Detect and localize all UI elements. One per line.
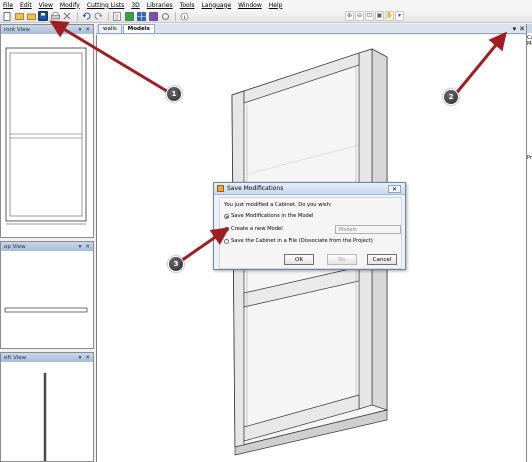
toolbar-separator xyxy=(175,11,176,21)
menu-3d[interactable]: 3D xyxy=(131,2,139,9)
menu-modify[interactable]: Modify xyxy=(60,2,80,9)
panel-title: eft View xyxy=(4,354,27,361)
option-save-in-file[interactable]: Save the Cabinet in a File (Dissociate f… xyxy=(224,238,373,244)
ok-button[interactable]: OK xyxy=(284,254,314,265)
info-icon[interactable] xyxy=(179,11,189,21)
callout-1: 1 xyxy=(166,86,182,102)
close-icon[interactable]: ✕ xyxy=(85,244,90,250)
cabinet-side-drawing xyxy=(43,372,47,461)
close-icon[interactable]: ✕ xyxy=(85,27,90,33)
pin-icon[interactable]: ▾ xyxy=(513,25,517,33)
pin-icon[interactable]: ▾ xyxy=(79,27,82,33)
menu-help[interactable]: Help xyxy=(269,2,283,9)
cabinet-top-drawing xyxy=(4,307,88,313)
menu-window[interactable]: Window xyxy=(238,2,262,9)
radio-button[interactable] xyxy=(224,213,229,219)
tab-walls[interactable]: walls xyxy=(98,24,122,33)
cabinet-front-drawing xyxy=(5,47,87,225)
zoom-in-icon[interactable]: ⊕ xyxy=(345,11,354,21)
save-icon[interactable] xyxy=(38,11,48,21)
front-view-canvas[interactable] xyxy=(1,34,93,237)
radio-button[interactable] xyxy=(224,226,229,232)
toolbar xyxy=(0,10,532,23)
redo-icon[interactable] xyxy=(93,11,103,21)
panel-header xyxy=(527,24,532,33)
undo-icon[interactable] xyxy=(81,11,91,21)
option-label: Save Modifications in the Model xyxy=(231,213,314,219)
zoom-window-icon[interactable]: ▣ xyxy=(375,11,384,21)
menu-tools[interactable]: Tools xyxy=(180,2,195,9)
properties-icon[interactable] xyxy=(112,11,122,21)
menu-libraries[interactable]: Libraries xyxy=(147,2,173,9)
menu-view[interactable]: View xyxy=(39,2,53,9)
layout-icon[interactable] xyxy=(136,11,146,21)
dialog-app-icon xyxy=(217,185,224,192)
pan-icon[interactable]: ✋ xyxy=(385,11,394,21)
menu-cutting-lists[interactable]: Cutting Lists xyxy=(87,2,125,9)
print-icon[interactable] xyxy=(50,11,60,21)
dialog-titlebar[interactable]: Save Modifications xyxy=(214,183,405,195)
document-controls: ▾ ✕ xyxy=(513,24,525,34)
dialog-body: You just modified a Cabinet. Do you wish… xyxy=(219,197,402,269)
top-view-canvas[interactable] xyxy=(1,251,93,348)
properties-panel: Ca Mo Pr xyxy=(526,24,532,462)
pin-icon[interactable]: ▾ xyxy=(79,244,82,250)
document-tabs: walls Models xyxy=(96,24,526,34)
menu-language[interactable]: Language xyxy=(201,2,231,9)
new-icon[interactable] xyxy=(2,11,12,21)
save-modifications-dialog: Save Modifications ✕ You just modified a… xyxy=(213,182,406,270)
pin-icon[interactable]: ▾ xyxy=(79,355,82,361)
tab-label: walls xyxy=(103,26,117,32)
zoom-fit-icon[interactable]: ⊡ xyxy=(365,11,374,21)
option-save-in-model[interactable]: Save Modifications in the Model xyxy=(224,213,313,219)
callout-2: 2 xyxy=(443,89,459,105)
properties-label: Pr xyxy=(527,155,532,161)
option-create-new-model[interactable]: Create a new Model xyxy=(224,226,283,232)
left-view-canvas[interactable] xyxy=(1,362,93,461)
radio-button[interactable] xyxy=(224,238,229,244)
cancel-button[interactable]: Cancel xyxy=(367,254,397,265)
panel-title: op View xyxy=(4,243,26,250)
model-name-input[interactable]: Models xyxy=(335,225,401,234)
no-button[interactable]: No xyxy=(327,254,357,265)
tab-models[interactable]: Models xyxy=(122,24,155,33)
toolbar-separator xyxy=(108,11,109,21)
menu-file[interactable]: File xyxy=(3,2,13,9)
menu-edit[interactable]: Edit xyxy=(20,2,32,9)
zoom-out-icon[interactable]: ⊖ xyxy=(355,11,364,21)
option-label: Save the Cabinet in a File (Dissociate f… xyxy=(231,238,373,244)
close-icon: ✕ xyxy=(391,185,398,193)
top-view-panel: op View ▾ ✕ xyxy=(0,241,94,349)
cut-icon[interactable] xyxy=(62,11,72,21)
panel-header[interactable]: op View ▾ ✕ xyxy=(1,242,93,251)
dialog-question: You just modified a Cabinet. Do you wish… xyxy=(224,202,332,208)
cabinet-icon[interactable] xyxy=(124,11,134,21)
panel-title: ront View xyxy=(4,26,30,33)
panel-header[interactable]: ront View ▾ ✕ xyxy=(1,25,93,34)
close-icon[interactable]: ✕ xyxy=(519,25,525,33)
dialog-title: Save Modifications xyxy=(227,185,284,192)
link-icon[interactable] xyxy=(160,11,170,21)
render-icon[interactable] xyxy=(148,11,158,21)
toolbar-separator xyxy=(77,11,78,21)
dialog-close-button[interactable]: ✕ xyxy=(388,185,401,193)
close-icon[interactable]: ✕ xyxy=(85,355,90,361)
zoom-toolbar: ⊕ ⊖ ⊡ ▣ ✋ ▾ xyxy=(345,11,405,22)
left-view-panel: eft View ▾ ✕ xyxy=(0,352,94,462)
menu-bar: File Edit View Modify Cutting Lists 3D L… xyxy=(0,0,532,10)
zoom-menu-icon[interactable]: ▾ xyxy=(395,11,404,21)
panel-header[interactable]: eft View ▾ ✕ xyxy=(1,353,93,362)
front-view-panel: ront View ▾ ✕ xyxy=(0,24,94,238)
properties-label: Mo xyxy=(527,41,532,47)
option-label: Create a new Model xyxy=(231,226,283,232)
open-icon[interactable] xyxy=(14,11,24,21)
folder-icon[interactable] xyxy=(26,11,36,21)
callout-3: 3 xyxy=(168,256,184,272)
tab-label: Models xyxy=(127,26,150,32)
application-window: File Edit View Modify Cutting Lists 3D L… xyxy=(0,0,532,462)
